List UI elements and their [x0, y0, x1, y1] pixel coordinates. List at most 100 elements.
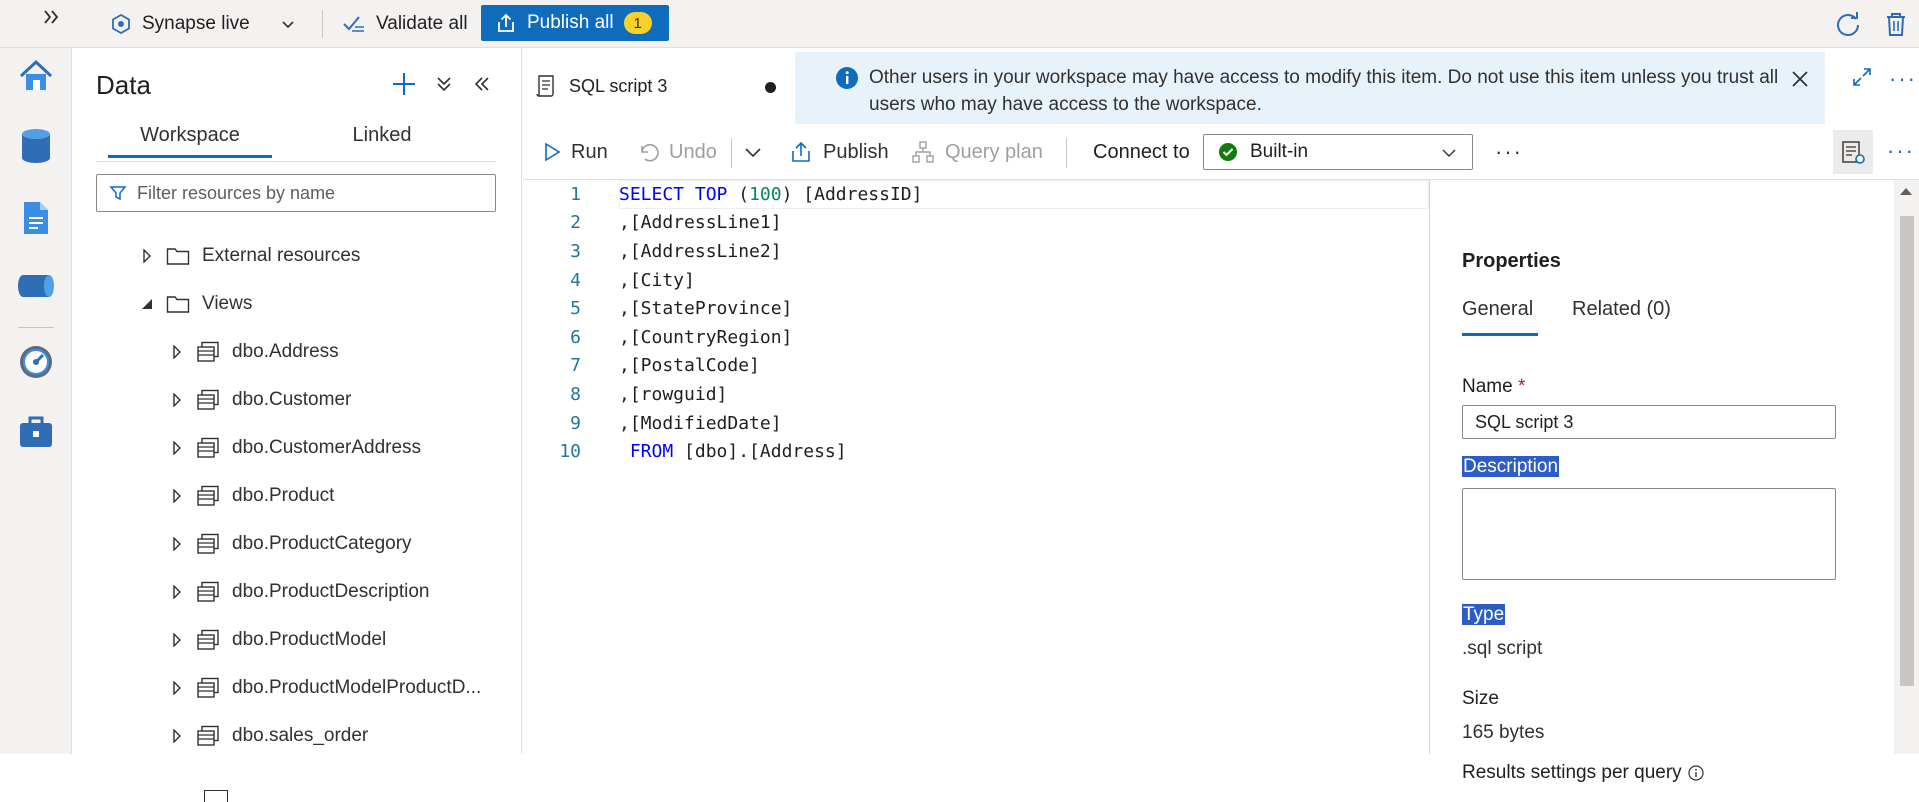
caret-right-icon[interactable]: [140, 249, 154, 263]
tree-item-label: dbo.Customer: [232, 389, 352, 410]
tree-item-view[interactable]: dbo.Address: [170, 332, 339, 372]
caret-right-icon[interactable]: [170, 633, 184, 647]
chevron-down-icon: [1440, 144, 1458, 162]
tree-item-views[interactable]: Views: [140, 284, 252, 324]
scroll-up-icon[interactable]: [1900, 188, 1912, 195]
validate-all-button[interactable]: Validate all: [342, 0, 468, 48]
discard-icon[interactable]: [1882, 10, 1910, 38]
caret-right-icon[interactable]: [170, 489, 184, 503]
properties-scrollbar[interactable]: [1894, 180, 1919, 754]
close-icon[interactable]: [1791, 70, 1809, 88]
query-plan-icon: [911, 140, 935, 164]
divider: [1429, 180, 1430, 754]
chevron-down-icon: [280, 16, 296, 32]
data-icon[interactable]: [14, 124, 58, 168]
undo-dropdown-button[interactable]: [743, 124, 763, 180]
code-text: ,[rowguid]: [619, 383, 728, 405]
tree-item-view[interactable]: dbo.ProductModelProductD...: [170, 668, 481, 708]
expand-rail-icon[interactable]: [40, 6, 64, 30]
validate-check-icon: [342, 13, 366, 35]
connection-dropdown[interactable]: Built-in: [1203, 134, 1473, 170]
code-line: 8 ,[rowguid]: [523, 380, 1429, 409]
type-label: Type: [1462, 604, 1506, 626]
scroll-thumb[interactable]: [1900, 216, 1914, 686]
more-options-icon[interactable]: ···: [1889, 66, 1917, 92]
tab-linked[interactable]: Linked: [300, 124, 464, 158]
publish-all-button[interactable]: Publish all 1: [481, 5, 669, 41]
tree-item-view[interactable]: dbo.ProductCategory: [170, 524, 412, 564]
data-panel: Data Workspace Linked External resources…: [72, 48, 522, 802]
more-options-icon[interactable]: ···: [1887, 138, 1915, 164]
workspace-mode-selector[interactable]: Synapse live: [110, 0, 296, 48]
code-text: ,[PostalCode]: [619, 355, 760, 377]
left-navigation-rail: [0, 48, 72, 754]
type-label-text: Type: [1462, 604, 1506, 625]
tree-item-view[interactable]: dbo.Customer: [170, 380, 351, 420]
home-icon[interactable]: [14, 54, 58, 98]
tree-item-label: External resources: [202, 245, 361, 266]
tab-sql-script[interactable]: SQL script 3: [523, 48, 793, 124]
tree-item-label: Views: [202, 293, 253, 314]
monitor-icon[interactable]: [14, 340, 58, 384]
code-line: 5 ,[StateProvince]: [523, 294, 1429, 323]
code-text: ,[CountryRegion]: [619, 326, 793, 348]
view-icon: [196, 677, 220, 699]
sql-code-editor[interactable]: 1 SELECT TOP (100) [AddressID] 2 ,[Addre…: [523, 180, 1429, 754]
caret-right-icon[interactable]: [170, 537, 184, 551]
name-field[interactable]: [1462, 405, 1836, 439]
caret-right-icon[interactable]: [170, 729, 184, 743]
caret-right-icon[interactable]: [170, 393, 184, 407]
caret-down-icon[interactable]: [140, 298, 154, 310]
collapse-panel-icon[interactable]: [468, 70, 496, 98]
tab-general[interactable]: General: [1462, 298, 1538, 336]
code-text: ,[AddressLine2]: [619, 240, 782, 262]
tree-item-view[interactable]: dbo.ProductDescription: [170, 572, 430, 612]
info-icon[interactable]: [1688, 765, 1704, 781]
refresh-icon[interactable]: [1834, 10, 1862, 38]
success-check-icon: [1218, 142, 1238, 162]
results-settings-text: Results settings per query: [1462, 762, 1682, 783]
publish-label: Publish: [823, 140, 889, 163]
divider: [1066, 138, 1067, 168]
develop-icon[interactable]: [14, 196, 58, 240]
code-text: ,[AddressLine1]: [619, 212, 782, 234]
undo-button[interactable]: Undo: [637, 124, 717, 180]
manage-icon[interactable]: [14, 410, 58, 454]
caret-right-icon[interactable]: [170, 441, 184, 455]
line-number: 4: [570, 269, 581, 291]
line-number: 1: [570, 183, 581, 205]
code-line: 3 ,[AddressLine2]: [523, 237, 1429, 266]
caret-right-icon[interactable]: [170, 585, 184, 599]
query-plan-label: Query plan: [945, 140, 1043, 163]
query-plan-button[interactable]: Query plan: [911, 124, 1043, 180]
tree-item-view[interactable]: dbo.sales_order: [170, 716, 368, 756]
publish-button[interactable]: Publish: [789, 124, 889, 180]
line-number: 7: [570, 355, 581, 377]
folder-icon: [166, 246, 190, 266]
publish-icon: [789, 140, 813, 164]
tree-item-view[interactable]: dbo.ProductModel: [170, 620, 386, 660]
filter-box[interactable]: [96, 174, 496, 212]
view-icon: [196, 341, 220, 363]
code-line: 10 FROM [dbo].[Address]: [523, 437, 1429, 466]
name-label-text: Name: [1462, 376, 1513, 397]
tab-related[interactable]: Related (0): [1572, 298, 1671, 336]
code-text: ,[StateProvince]: [619, 298, 793, 320]
tree-item-view[interactable]: dbo.Product: [170, 476, 334, 516]
tab-workspace[interactable]: Workspace: [108, 124, 272, 158]
filter-resources-input[interactable]: [137, 182, 477, 204]
description-label: Description: [1462, 456, 1560, 478]
integrate-icon[interactable]: [14, 264, 58, 308]
maximize-icon[interactable]: [1851, 66, 1873, 88]
tree-item-view[interactable]: dbo.CustomerAddress: [170, 428, 421, 468]
line-number: 2: [570, 212, 581, 234]
caret-right-icon[interactable]: [170, 681, 184, 695]
properties-toggle-icon[interactable]: [1833, 130, 1873, 174]
more-toolbar-icon[interactable]: ···: [1495, 124, 1523, 180]
collapse-all-icon[interactable]: [430, 70, 458, 98]
run-button[interactable]: Run: [543, 124, 608, 180]
add-resource-icon[interactable]: [390, 70, 418, 98]
tree-item-external-resources[interactable]: External resources: [140, 236, 360, 276]
description-field[interactable]: [1462, 488, 1836, 580]
caret-right-icon[interactable]: [170, 345, 184, 359]
